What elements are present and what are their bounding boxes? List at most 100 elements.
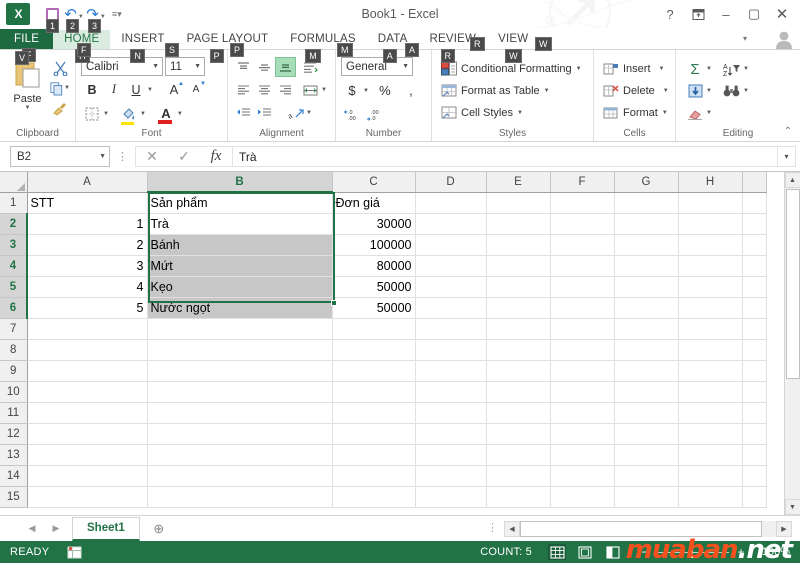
- minimize-button[interactable]: –: [712, 3, 740, 25]
- cell-h3[interactable]: [678, 234, 742, 255]
- formula-input[interactable]: Trà: [232, 146, 778, 167]
- cell-g5[interactable]: [614, 276, 678, 297]
- enter-formula-button[interactable]: ✓: [168, 146, 200, 167]
- sheet-tab-overflow-icon[interactable]: ⋮: [487, 525, 498, 532]
- font-name-dropdown-icon[interactable]: ▼: [152, 63, 159, 70]
- cell-i13[interactable]: [742, 444, 766, 465]
- row-header-11[interactable]: 11: [0, 402, 27, 423]
- cell-b5[interactable]: Kẹo: [147, 276, 332, 297]
- cell-e15[interactable]: [486, 486, 550, 507]
- cell-a7[interactable]: [27, 318, 147, 339]
- tab-page-layout[interactable]: PAGE LAYOUT P: [176, 30, 280, 49]
- cell-i8[interactable]: [742, 339, 766, 360]
- cell-h15[interactable]: [678, 486, 742, 507]
- shrink-font-button[interactable]: A ▼: [185, 79, 207, 100]
- cell-b8[interactable]: [147, 339, 332, 360]
- cell-a3[interactable]: 2: [27, 234, 147, 255]
- cell-b12[interactable]: [147, 423, 332, 444]
- add-sheet-button[interactable]: ⊕: [146, 518, 172, 540]
- underline-dropdown-icon[interactable]: ▼: [147, 87, 153, 93]
- autosum-dropdown-icon[interactable]: ▼: [706, 66, 712, 72]
- cell-c7[interactable]: [332, 318, 415, 339]
- cell-f12[interactable]: [550, 423, 614, 444]
- cell-g11[interactable]: [614, 402, 678, 423]
- cell-f10[interactable]: [550, 381, 614, 402]
- cell-e4[interactable]: [486, 255, 550, 276]
- bottom-align-button[interactable]: [275, 57, 296, 77]
- paste-button[interactable]: Paste ▼ V: [5, 55, 50, 126]
- cell-b15[interactable]: [147, 486, 332, 507]
- decrease-decimal-button[interactable]: .00 .0: [363, 104, 385, 125]
- accounting-format-button[interactable]: $: [341, 80, 363, 101]
- cell-a4[interactable]: 3: [27, 255, 147, 276]
- cell-e6[interactable]: [486, 297, 550, 318]
- column-header-a[interactable]: A: [27, 172, 147, 192]
- cell-c1[interactable]: Đơn giá: [332, 192, 415, 213]
- name-box-dropdown-icon[interactable]: ▼: [99, 153, 106, 160]
- cell-c9[interactable]: [332, 360, 415, 381]
- cell-f4[interactable]: [550, 255, 614, 276]
- cell-h7[interactable]: [678, 318, 742, 339]
- cell-c8[interactable]: [332, 339, 415, 360]
- cell-i10[interactable]: [742, 381, 766, 402]
- cell-i2[interactable]: [742, 213, 766, 234]
- column-header-b[interactable]: B: [147, 172, 332, 192]
- borders-dropdown-icon[interactable]: ▼: [103, 111, 109, 117]
- cell-h14[interactable]: [678, 465, 742, 486]
- fill-button[interactable]: [684, 81, 706, 102]
- autosum-button[interactable]: Σ: [684, 59, 706, 80]
- cell-a13[interactable]: [27, 444, 147, 465]
- cell-i14[interactable]: [742, 465, 766, 486]
- row-header-3[interactable]: 3: [0, 234, 27, 255]
- row-header-7[interactable]: 7: [0, 318, 27, 339]
- cell-d4[interactable]: [415, 255, 486, 276]
- fill-handle[interactable]: [331, 300, 337, 306]
- cell-i12[interactable]: [742, 423, 766, 444]
- delete-cells-button[interactable]: Delete ▼: [599, 80, 670, 102]
- cell-c10[interactable]: [332, 381, 415, 402]
- cell-e14[interactable]: [486, 465, 550, 486]
- find-select-dropdown-icon[interactable]: ▼: [743, 88, 749, 94]
- column-header-e[interactable]: E: [486, 172, 550, 192]
- expand-formula-bar-button[interactable]: ▾: [778, 146, 796, 167]
- row-header-4[interactable]: 4: [0, 255, 27, 276]
- zoom-level[interactable]: 100%: [756, 546, 790, 558]
- underline-button[interactable]: U: [125, 79, 147, 100]
- cell-h11[interactable]: [678, 402, 742, 423]
- tab-view[interactable]: VIEW W: [487, 30, 539, 49]
- cell-a2[interactable]: 1: [27, 213, 147, 234]
- row-header-14[interactable]: 14: [0, 465, 27, 486]
- conditional-formatting-dropdown-icon[interactable]: ▼: [576, 66, 582, 72]
- format-as-table-dropdown-icon[interactable]: ▼: [544, 88, 550, 94]
- cell-i7[interactable]: [742, 318, 766, 339]
- zoom-out-button[interactable]: −: [640, 545, 650, 559]
- cell-f15[interactable]: [550, 486, 614, 507]
- insert-function-button[interactable]: fx: [200, 146, 232, 167]
- cell-f5[interactable]: [550, 276, 614, 297]
- column-header-c[interactable]: C: [332, 172, 415, 192]
- clear-button[interactable]: [684, 103, 706, 124]
- insert-dropdown-icon[interactable]: ▼: [659, 66, 665, 72]
- row-header-1[interactable]: 1: [0, 192, 27, 213]
- row-header-12[interactable]: 12: [0, 423, 27, 444]
- cell-c14[interactable]: [332, 465, 415, 486]
- help-button[interactable]: ?: [656, 3, 684, 25]
- cell-g8[interactable]: [614, 339, 678, 360]
- zoom-in-button[interactable]: +: [736, 545, 746, 559]
- cell-h8[interactable]: [678, 339, 742, 360]
- font-color-dropdown-icon[interactable]: ▼: [177, 111, 183, 117]
- number-format-dropdown-icon[interactable]: ▼: [402, 63, 409, 70]
- cell-b4[interactable]: Mứt: [147, 255, 332, 276]
- cell-e3[interactable]: [486, 234, 550, 255]
- font-color-button[interactable]: A: [155, 103, 177, 124]
- cell-b1[interactable]: Sản phẩm: [147, 192, 332, 213]
- sort-filter-dropdown-icon[interactable]: ▼: [743, 66, 749, 72]
- number-format-select[interactable]: General ▼: [341, 57, 413, 76]
- cell-i4[interactable]: [742, 255, 766, 276]
- cell-i15[interactable]: [742, 486, 766, 507]
- sheet-tab-sheet1[interactable]: Sheet1: [72, 517, 140, 541]
- cell-b3[interactable]: Bánh: [147, 234, 332, 255]
- cell-d11[interactable]: [415, 402, 486, 423]
- column-header-f[interactable]: F: [550, 172, 614, 192]
- cell-d9[interactable]: [415, 360, 486, 381]
